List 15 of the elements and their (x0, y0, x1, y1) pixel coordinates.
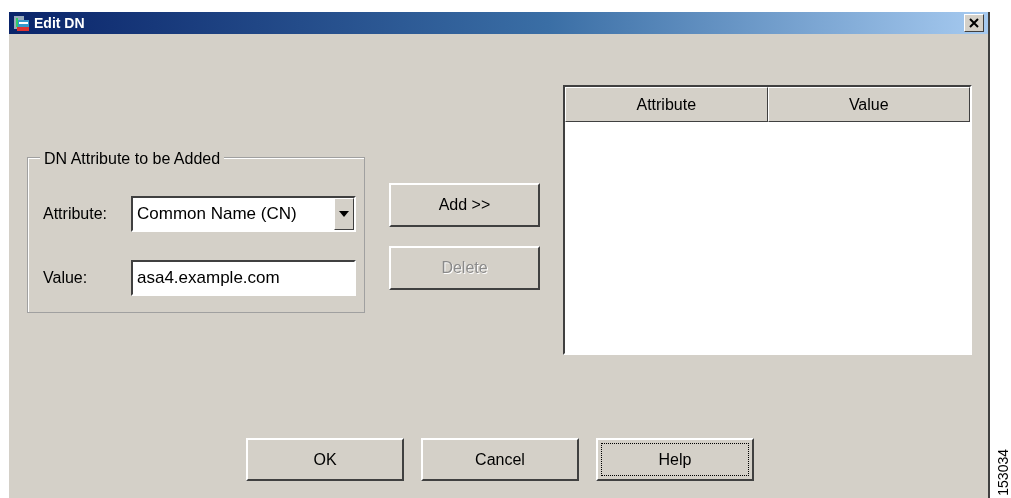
field-label: Value: (43, 268, 89, 288)
value-field[interactable]: asa4.example.com (131, 260, 356, 296)
close-button[interactable] (964, 14, 984, 32)
window-title: Edit DN (34, 13, 85, 33)
dialog-button[interactable]: Cancel (421, 438, 579, 481)
dialog-button[interactable]: OK (246, 438, 404, 481)
figure-number: 153034 (996, 449, 1010, 496)
app-icon (13, 14, 31, 32)
column-header[interactable]: Value (767, 87, 970, 122)
action-button[interactable]: Add >> (389, 183, 540, 227)
column-header[interactable]: Attribute (565, 87, 768, 122)
attribute-dropdown[interactable]: Common Name (CN) (131, 196, 356, 232)
dialog-button[interactable]: Help (596, 438, 754, 481)
field-label: Attribute: (43, 204, 109, 224)
close-icon (969, 18, 979, 28)
